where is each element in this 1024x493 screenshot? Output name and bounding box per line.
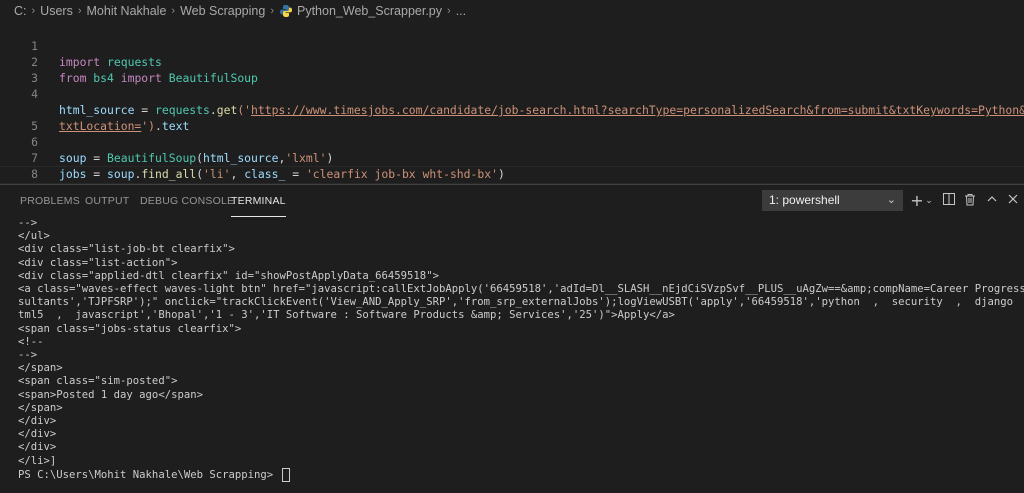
terminal-line: <div class="applied-dtl clearfix" id="sh… [18,269,439,282]
close-icon[interactable] [1006,193,1020,209]
plus-icon[interactable]: + [910,193,924,209]
terminal-line: </span> [18,362,63,375]
chevron-right-icon: › [270,5,274,17]
code-line[interactable]: 2 from bs4 import BeautifulSoup [0,38,1024,85]
chevron-up-icon[interactable] [985,193,999,209]
code-line[interactable]: 8 [0,150,1024,181]
terminal-cursor [281,468,290,482]
terminal-line: <span class="sim-posted"> [18,375,178,388]
terminal-line: </div> [18,428,57,441]
chevron-right-icon: › [171,5,176,17]
terminal-prompt-line[interactable]: PS C:\Users\Mohit Nakhale\Web Scrapping> [18,468,290,482]
terminal-line: <span class="jobs-status clearfix"> [18,322,242,335]
code-line[interactable]: 3 [0,54,1024,85]
code-line[interactable]: 1 import requests [0,22,1024,69]
code-line-wrapped[interactable]: txtLocation=').text [0,86,1024,133]
terminal-line: sultants','TJPFSRP');" onclick="trackCli… [18,296,1024,309]
code-line[interactable]: 5 [0,102,1024,133]
tab-output[interactable]: OUTPUT [85,185,129,217]
terminal-line: <div class="list-job-bt clearfix"> [18,243,235,256]
code-line[interactable]: 6 soup = BeautifulSoup(html_source,'lxml… [0,118,1024,165]
breadcrumb-users[interactable]: Users [40,4,73,18]
terminal-line: </div> [18,441,57,454]
chevron-right-icon: › [447,5,451,17]
breadcrumb-project-folder[interactable]: Web Scrapping [180,4,265,18]
breadcrumb-user-folder[interactable]: Mohit Nakhale [87,4,167,18]
chevron-down-icon[interactable]: ⌄ [924,193,934,209]
code-editor[interactable]: 1 import requests 2 from bs4 import Beau… [0,22,1024,215]
terminal-output[interactable]: --> </ul> <div class="list-job-bt clearf… [0,217,1024,493]
chevron-down-icon: ⌄ [886,194,896,206]
chevron-right-icon: › [77,5,82,17]
terminal-line: tml5 , javascript','Bhopal','1 - 3','IT … [18,309,675,322]
terminal-prompt: PS C:\Users\Mohit Nakhale\Web Scrapping> [18,469,280,481]
terminal-line: </div> [18,415,57,427]
code-line[interactable]: 7 jobs = soup.find_all('li', class_ = 'c… [0,134,1024,181]
terminal-line: </ul> [18,230,50,243]
split-icon[interactable] [942,193,956,209]
terminal-select-value: 1: powershell [769,193,840,207]
terminal-line: <!-- [18,335,44,348]
code-line[interactable]: 4 html_source = requests.get('https://ww… [0,70,1024,117]
chevron-right-icon: › [31,5,36,17]
terminal-line: <a class="waves-effect waves-light btn" … [18,283,1024,295]
trash-icon[interactable] [963,193,977,209]
breadcrumb-drive[interactable]: C: [14,4,27,18]
terminal-select[interactable]: 1: powershell ⌄ [762,190,903,211]
code-line-current[interactable]: 9 print(jobs) [0,166,1024,215]
tab-debug-console[interactable]: DEBUG CONSOLE [140,185,234,217]
terminal-line: --> [18,349,38,361]
tab-terminal[interactable]: TERMINAL [231,185,286,217]
breadcrumb-ellipsis[interactable]: ... [456,4,466,18]
terminal-line: <span>Posted 1 day ago</span> [18,388,203,401]
breadcrumb: C: › Users › Mohit Nakhale › Web Scrappi… [0,0,1024,22]
terminal-line: --> [18,217,38,229]
breadcrumb-file[interactable]: Python_Web_Scrapper.py [297,4,442,18]
terminal-line: </li>] [18,454,57,467]
terminal-line: <div class="list-action"> [18,256,178,269]
tab-problems[interactable]: PROBLEMS [20,185,80,217]
python-file-icon [279,4,293,18]
terminal-line: </span> [18,401,63,414]
